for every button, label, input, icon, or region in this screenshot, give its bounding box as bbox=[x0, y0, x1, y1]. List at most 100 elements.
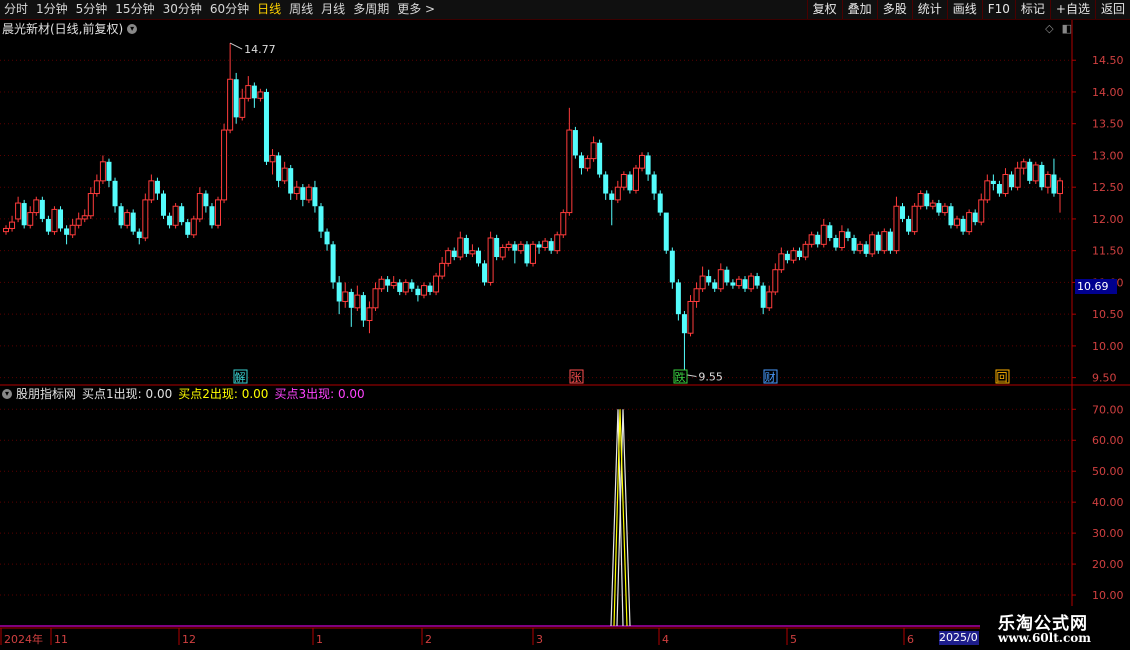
candle-body bbox=[451, 250, 457, 258]
candle-body bbox=[288, 168, 294, 194]
candle-body bbox=[179, 206, 185, 223]
candle-body bbox=[324, 231, 330, 245]
candle-body bbox=[838, 231, 845, 249]
indicator-axis-label: 60.00 bbox=[1092, 434, 1124, 447]
indicator-axis-label: 30.00 bbox=[1092, 527, 1124, 540]
candle-body bbox=[875, 234, 881, 251]
candle-body bbox=[51, 208, 58, 233]
candle-body bbox=[1051, 174, 1057, 194]
price-axis-label: 13.50 bbox=[1092, 118, 1124, 131]
low-label: 9.55 bbox=[698, 370, 723, 383]
candle-body bbox=[167, 215, 173, 226]
price-axis-label: 14.00 bbox=[1092, 86, 1124, 99]
candle-body bbox=[566, 129, 573, 214]
candle-body bbox=[269, 154, 276, 163]
candle-body bbox=[402, 281, 409, 293]
candle-body bbox=[245, 85, 252, 99]
candle-body bbox=[397, 282, 403, 292]
chevron-down-icon[interactable]: ▾ bbox=[2, 389, 12, 399]
candle-body bbox=[15, 202, 22, 220]
candle-body bbox=[185, 222, 191, 235]
indicator-axis-label: 70.00 bbox=[1092, 403, 1124, 416]
candle-body bbox=[857, 243, 864, 252]
candle-body bbox=[620, 173, 627, 188]
event-marker-label: 张 bbox=[571, 371, 582, 384]
candle-body bbox=[293, 186, 300, 195]
candle-body bbox=[390, 281, 397, 287]
candle-body bbox=[536, 244, 542, 248]
candle-body bbox=[687, 300, 694, 334]
candle-body bbox=[420, 285, 427, 296]
price-axis-label: 10.00 bbox=[1092, 340, 1124, 353]
kline-chart[interactable]: 14.5014.0013.5013.0012.5012.0011.5011.00… bbox=[0, 0, 1130, 650]
candle-body bbox=[305, 186, 312, 201]
candle-body bbox=[251, 85, 257, 99]
candle-body bbox=[1032, 164, 1039, 182]
candle-body bbox=[717, 269, 724, 290]
candle-body bbox=[639, 154, 646, 169]
candle-body bbox=[948, 206, 954, 226]
candle-body bbox=[712, 282, 718, 289]
price-axis-label: 12.00 bbox=[1092, 213, 1124, 226]
candle-body bbox=[669, 250, 675, 283]
candle-body bbox=[572, 130, 578, 156]
candle-body bbox=[887, 231, 893, 251]
candle-body bbox=[209, 206, 215, 226]
candle-body bbox=[603, 174, 609, 194]
candle-body bbox=[754, 276, 760, 286]
candle-body bbox=[675, 282, 681, 315]
candle-body bbox=[318, 206, 324, 232]
candle-body bbox=[778, 253, 785, 271]
candle-body bbox=[833, 237, 839, 248]
candle-body bbox=[469, 250, 476, 255]
candle-body bbox=[609, 193, 615, 200]
candle-body bbox=[900, 206, 906, 219]
candle-body bbox=[893, 205, 900, 252]
candle-body bbox=[851, 237, 857, 251]
candle-body bbox=[966, 212, 973, 233]
candle-body bbox=[693, 288, 700, 302]
candle-body bbox=[790, 250, 797, 261]
candle-body bbox=[239, 97, 246, 118]
candle-body bbox=[548, 241, 554, 251]
price-axis-label: 12.50 bbox=[1092, 181, 1124, 194]
candle-body bbox=[929, 202, 936, 207]
date-label: 3 bbox=[536, 633, 543, 646]
high-pointer bbox=[229, 42, 243, 50]
candle-body bbox=[524, 244, 530, 264]
candle-body bbox=[372, 288, 379, 309]
candle-body bbox=[505, 243, 512, 249]
candle-body bbox=[614, 186, 621, 201]
candle-body bbox=[190, 218, 197, 236]
event-marker-label: 财 bbox=[765, 370, 776, 384]
date-label: 12 bbox=[182, 633, 196, 646]
watermark-logo: 乐淘公式网 www.60lt.com bbox=[980, 606, 1130, 650]
candle-body bbox=[203, 193, 209, 207]
candle-body bbox=[657, 193, 663, 213]
candle-body bbox=[27, 212, 34, 226]
candle-body bbox=[578, 155, 584, 169]
candle-body bbox=[542, 240, 549, 249]
candle-body bbox=[881, 231, 888, 252]
date-label: 1 bbox=[316, 633, 323, 646]
event-marker-label: 回 bbox=[997, 371, 1008, 384]
candle-body bbox=[760, 285, 766, 308]
candle-body bbox=[130, 212, 136, 232]
candle-body bbox=[960, 218, 966, 232]
candle-body bbox=[954, 218, 961, 226]
candle-body bbox=[554, 234, 561, 252]
candle-body bbox=[463, 237, 469, 254]
price-axis-label: 10.50 bbox=[1092, 308, 1124, 321]
candle-body bbox=[936, 203, 942, 213]
candle-body bbox=[227, 78, 234, 131]
candle-body bbox=[487, 237, 494, 283]
candle-body bbox=[112, 180, 118, 207]
indicator-name: 股朋指标网 bbox=[16, 387, 77, 401]
candle-body bbox=[530, 243, 536, 264]
candle-body bbox=[281, 167, 288, 182]
candle-body bbox=[742, 279, 748, 289]
candle-body bbox=[385, 279, 391, 286]
candle-body bbox=[33, 199, 40, 214]
candle-body bbox=[772, 269, 779, 293]
indicator-axis-label: 50.00 bbox=[1092, 465, 1124, 478]
